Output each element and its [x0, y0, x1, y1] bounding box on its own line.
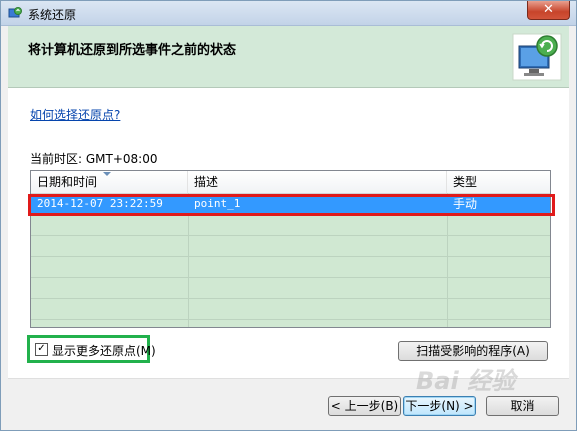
- timezone-label: 当前时区: GMT+08:00: [30, 152, 158, 166]
- system-restore-icon: [8, 7, 22, 18]
- wizard-header: 将计算机还原到所选事件之前的状态: [8, 26, 569, 88]
- show-more-restore-points-highlight: ✓ 显示更多还原点(M): [27, 335, 156, 363]
- grid-line: [31, 256, 550, 257]
- page-title: 将计算机还原到所选事件之前的状态: [28, 43, 237, 58]
- highlight-selected-row-box: [28, 194, 555, 216]
- grid-line: [31, 277, 550, 278]
- grid-line: [31, 319, 550, 320]
- system-restore-monitor-icon: [512, 33, 562, 81]
- list-header: 日期和时间 描述 类型: [31, 171, 550, 194]
- close-button[interactable]: ✕: [527, 1, 570, 20]
- grid-line: [31, 235, 550, 236]
- help-link[interactable]: 如何选择还原点?: [30, 106, 120, 123]
- grid-line: [31, 298, 550, 299]
- watermark: Bai 经验: [416, 367, 516, 395]
- show-more-label[interactable]: 显示更多还原点(M): [52, 342, 156, 359]
- sort-arrow-icon: [103, 172, 111, 176]
- next-button[interactable]: 下一步(N) >: [403, 396, 476, 416]
- show-more-checkbox[interactable]: ✓: [35, 343, 48, 356]
- column-header-type[interactable]: 类型: [447, 171, 550, 193]
- title-bar: 系统还原 ✕: [1, 1, 576, 26]
- scan-affected-programs-button[interactable]: 扫描受影响的程序(A): [398, 341, 548, 361]
- system-restore-window: 系统还原 ✕ 将计算机还原到所选事件之前的状态 如何选择还原点? 当前时区: G…: [0, 0, 577, 431]
- window-title: 系统还原: [28, 8, 77, 22]
- cancel-button[interactable]: 取消: [486, 396, 559, 416]
- wizard-content: 如何选择还原点? 当前时区: GMT+08:00 日期和时间 描述 类型 201…: [8, 88, 569, 378]
- column-header-description[interactable]: 描述: [188, 171, 447, 193]
- back-button[interactable]: < 上一步(B): [328, 396, 401, 416]
